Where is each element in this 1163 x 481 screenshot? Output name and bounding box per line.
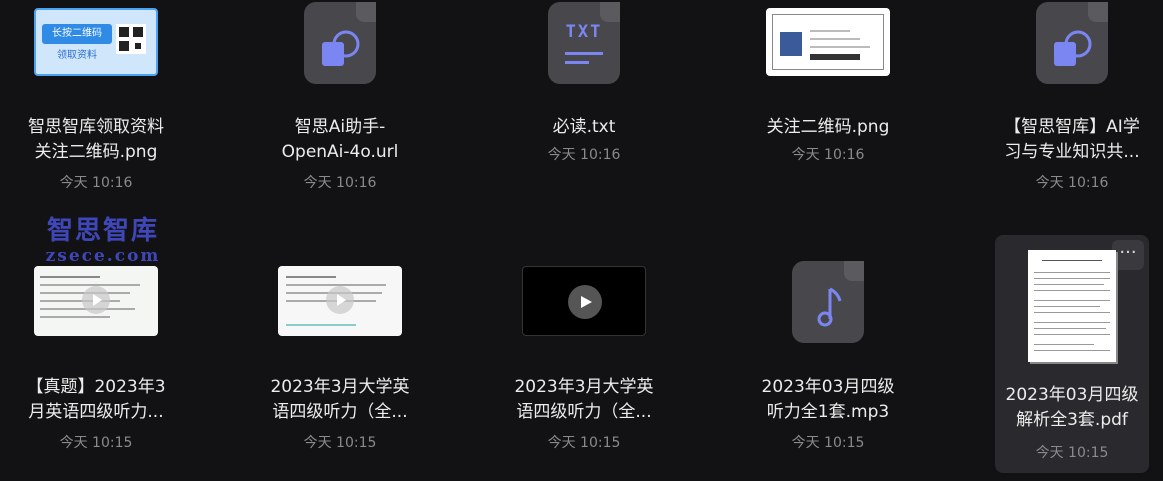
pdf-thumbnail [1028,250,1116,362]
file-date: 今天 10:15 [303,435,377,451]
file-date: 今天 10:16 [59,175,133,191]
image-thumbnail [766,8,890,76]
file-name: 2023年03月四级 解析全3套.pdf [1005,385,1139,430]
video-thumbnail [522,266,646,336]
video-thumbnail [34,266,158,336]
txt-file-icon: TXT [548,2,620,84]
link-file-icon [304,2,376,84]
thumb-label: 领取资料 [57,50,97,61]
file-name: 智思智库领取资料 关注二维码.png [28,117,164,162]
qr-code-icon [780,32,802,56]
play-icon [326,286,354,314]
file-date: 今天 10:16 [547,147,621,163]
file-name: 必读.txt [552,117,616,137]
file-item[interactable]: TXT 必读.txt 今天 10:16 [494,0,674,200]
watermark-logo: 智思智库 zsece.com [42,216,164,266]
file-item[interactable]: 关注二维码.png 今天 10:16 [738,0,918,200]
file-item[interactable]: 【智思智库】AI学 习与专业知识共... 今天 10:16 [982,0,1162,200]
music-note-icon [817,287,842,327]
file-date: 今天 10:15 [1035,445,1109,461]
file-name: 2023年3月大学英 语四级听力（全... [514,377,654,422]
play-icon [568,285,602,319]
watermark-title: 智思智库 [46,216,159,246]
file-name: 2023年3月大学英 语四级听力（全... [270,377,410,422]
file-name: 2023年03月四级 听力全1套.mp3 [761,377,895,422]
file-date: 今天 10:16 [1035,175,1109,191]
file-name: 关注二维码.png [766,117,890,137]
qr-code-icon [116,24,146,54]
file-item[interactable]: 智思Ai助手- OpenAi-4o.url 今天 10:16 [250,0,430,200]
play-icon [82,286,110,314]
file-date: 今天 10:15 [547,435,621,451]
file-item[interactable]: 2023年03月四级 听力全1套.mp3 今天 10:15 [738,260,918,460]
file-name: 智思Ai助手- OpenAi-4o.url [281,117,399,162]
image-thumbnail: 长按二维码 领取资料 [34,8,158,76]
file-date: 今天 10:15 [59,435,133,451]
video-thumbnail [278,266,402,336]
txt-label: TXT [565,22,603,42]
file-date: 今天 10:16 [303,175,377,191]
file-date: 今天 10:16 [791,147,865,163]
file-item[interactable]: 2023年03月四级 解析全3套.pdf 今天 10:15 [982,240,1162,470]
file-item[interactable]: 【真题】2023年3 月英语四级听力... 今天 10:15 [6,260,186,460]
file-item[interactable]: 2023年3月大学英 语四级听力（全... 今天 10:15 [250,260,430,460]
file-item[interactable]: 长按二维码 领取资料 智思智库领取资料 关注二维码.png 今天 10:16 [6,0,186,200]
file-name: 【真题】2023年3 月英语四级听力... [26,377,166,422]
audio-file-icon [792,261,864,343]
thumb-label: 长按二维码 [42,24,112,44]
file-date: 今天 10:15 [791,435,865,451]
link-file-icon [1036,2,1108,84]
file-name: 【智思智库】AI学 习与专业知识共... [1004,117,1140,162]
file-item[interactable]: 2023年3月大学英 语四级听力（全... 今天 10:15 [494,260,674,460]
